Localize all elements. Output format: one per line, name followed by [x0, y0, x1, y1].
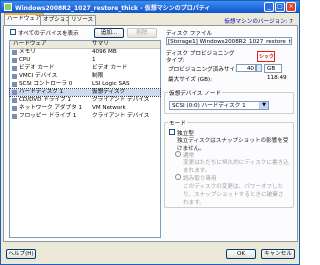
window-title: Windows2008R2_1027_restore_thick - 仮想マシン… [15, 5, 211, 12]
remove-button[interactable]: 削除 [127, 28, 157, 38]
provisioning-type-value: シック [259, 54, 275, 60]
device-icon [12, 98, 17, 103]
col-hardware[interactable]: ハードウェア [13, 41, 47, 48]
device-node-title: 仮想デバイス ノード [168, 89, 222, 97]
independent-desc: 独立ディスクはスナップショットの影響を受けません。 [177, 138, 289, 152]
properties-window: Windows2008R2_1027_restore_thick - 仮想マシン… [0, 0, 300, 265]
title-bar[interactable]: Windows2008R2_1027_restore_thick - 仮想マシン… [1, 1, 299, 13]
hardware-name: ビデオ カード [19, 65, 55, 71]
add-button[interactable]: 追加... [94, 28, 124, 38]
hardware-summary: LSI Logic SAS [92, 81, 130, 87]
ok-button[interactable]: OK [226, 249, 256, 259]
tab-hardware[interactable]: ハードウェア [4, 13, 44, 25]
cancel-button[interactable]: キャンセル [261, 249, 295, 259]
hardware-name: SCSI コントローラ 0 [19, 81, 73, 87]
hardware-list[interactable]: ハードウェア サマリ メモリ 4096 MB CPU 1 ビデオ カード ビデオ カード V… [9, 40, 161, 238]
hardware-row[interactable]: ビデオ カード ビデオ カード [10, 65, 160, 72]
disk-file-label: ディスク ファイル [166, 31, 213, 37]
hardware-row[interactable]: フロッピー ドライブ 1 クライアント デバイス [10, 113, 160, 120]
close-button[interactable]: × [286, 2, 296, 12]
show-all-devices-label: すべてのデバイスを表示 [18, 31, 79, 37]
size-unit-value: GB [267, 66, 276, 72]
vm-version-link[interactable]: 仮想マシンのバージョン: 7 [224, 17, 293, 25]
hardware-summary: VM Network [92, 105, 126, 111]
hardware-summary: 制限 [92, 73, 104, 79]
device-icon [12, 82, 17, 87]
mode-title: モード [168, 119, 187, 127]
persistent-radio[interactable] [175, 151, 181, 157]
show-all-devices-checkbox[interactable] [10, 29, 16, 35]
device-node-value: SCSI (0:0) ハードディスク 1 [172, 103, 246, 109]
hardware-name: ハードディスク 1 [19, 89, 64, 95]
minimize-button[interactable]: _ [264, 2, 274, 12]
nonpersistent-desc: このディスクの変更は、パワーオフしたり、スナップショットするときに破棄されます。 [183, 184, 284, 206]
hardware-summary: ビデオ カード [92, 65, 128, 71]
provisioned-size-label: プロビジョニング済みサイズ: [168, 67, 243, 73]
provisioning-type-label: タイプ: [166, 58, 185, 64]
hardware-row[interactable]: SCSI コントローラ 0 LSI Logic SAS [10, 81, 160, 88]
device-node-group: 仮想デバイス ノード SCSI (0:0) ハードディスク 1 ▼ [164, 89, 294, 114]
hardware-name: フロッピー ドライブ 1 [19, 113, 77, 119]
maximize-button[interactable]: □ [275, 2, 285, 12]
size-spinner[interactable] [256, 64, 262, 72]
vm-icon [4, 3, 12, 11]
hardware-name: VMCI デバイス [19, 73, 58, 79]
independent-checkbox[interactable] [169, 129, 175, 135]
hardware-name: CPU [19, 57, 31, 63]
hardware-name: ネットワーク アダプタ 1 [19, 105, 83, 111]
hardware-list-header: ハードウェア サマリ [10, 41, 160, 49]
device-icon [12, 50, 17, 55]
device-icon [12, 90, 17, 95]
device-icon [12, 74, 17, 79]
mode-group: モード 独立型 独立ディスクはスナップショットの影響を受けません。 通常 変更は… [164, 119, 294, 208]
help-button[interactable]: ヘルプ(H) [6, 249, 36, 259]
hardware-summary: 1 [92, 57, 96, 63]
hardware-row[interactable]: VMCI デバイス 制限 [10, 73, 160, 80]
hardware-row[interactable]: メモリ 4096 MB [10, 49, 160, 56]
provisioned-size-input[interactable]: 40 [236, 64, 256, 72]
hardware-row[interactable]: ハードディスク 1 仮想ディスク [9, 88, 161, 97]
hardware-panel: すべてのデバイスを表示 追加... 削除 ハードウェア サマリ メモリ 4096 … [3, 25, 298, 242]
device-icon [12, 58, 17, 63]
col-summary[interactable]: サマリ [92, 41, 109, 48]
max-size-value: 118.49 [267, 75, 287, 81]
nonpersistent-radio[interactable] [175, 174, 181, 180]
chevron-down-icon: ▼ [259, 102, 268, 109]
hardware-summary: 仮想ディスク [92, 89, 126, 95]
device-icon [12, 66, 17, 71]
hardware-summary: クライアント デバイス [92, 113, 150, 119]
hardware-name: CD/DVD ドライブ 1 [19, 97, 71, 103]
disk-file-path[interactable]: [Storage1] Windows2008R2_1027_restore_th… [166, 37, 292, 45]
hardware-row[interactable]: CPU 1 [10, 57, 160, 64]
device-icon [12, 114, 17, 119]
hardware-row[interactable]: CD/DVD ドライブ 1 クライアント デバイス [10, 97, 160, 104]
max-size-label: 最大サイズ (GB): [168, 77, 213, 83]
tab-resources[interactable]: リソース [68, 15, 97, 25]
device-node-select[interactable]: SCSI (0:0) ハードディスク 1 ▼ [169, 101, 269, 110]
device-icon [12, 106, 17, 111]
hardware-summary: 4096 MB [92, 49, 117, 55]
nonpersistent-label: 読み取り専用 [183, 176, 217, 182]
hardware-summary: クライアント デバイス [92, 97, 150, 103]
hardware-name: メモリ [19, 49, 36, 55]
hardware-row[interactable]: ネットワーク アダプタ 1 VM Network [10, 105, 160, 112]
size-unit-select[interactable]: GB [264, 64, 282, 73]
persistent-desc: 変更はただちに恒久的にディスクに書き込まれます。 [183, 160, 289, 174]
